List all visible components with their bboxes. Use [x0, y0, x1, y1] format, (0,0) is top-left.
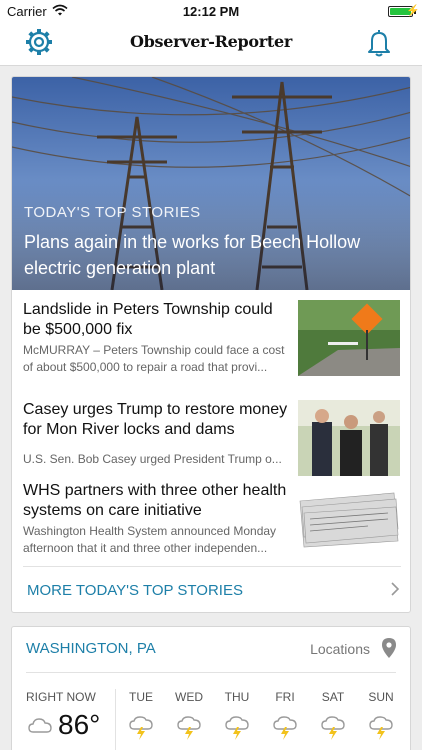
forecast-day: WED: [175, 690, 203, 704]
story-title[interactable]: Casey urges Trump to restore money for M…: [23, 400, 293, 440]
thunderstorm-icon: [369, 716, 393, 740]
bell-icon[interactable]: [366, 28, 392, 58]
forecast-day: SAT: [321, 690, 345, 704]
thunderstorm-icon: [225, 716, 249, 740]
forecast-day: SUN: [368, 690, 394, 704]
thunderstorm-icon: [177, 716, 201, 740]
more-top-stories-label[interactable]: MORE TODAY'S TOP STORIES: [27, 582, 243, 599]
story-summary: Washington Health System announced Monda…: [23, 524, 277, 555]
story-title[interactable]: Landslide in Peters Township could be $5…: [23, 300, 293, 340]
thunderstorm-icon: [321, 716, 345, 740]
story-summary: U.S. Sen. Bob Casey urged President Trum…: [23, 452, 282, 466]
weather-card: WASHINGTON, PA Locations RIGHT NOW 86° T…: [11, 626, 411, 750]
cloud-icon: [28, 718, 52, 733]
story-item[interactable]: Landslide in Peters Township could be $5…: [12, 290, 410, 376]
more-top-stories-link[interactable]: MORE TODAY'S TOP STORIES: [23, 566, 401, 612]
landslide-thumbnail: [298, 300, 400, 376]
weather-separator: [115, 689, 116, 750]
nav-bar: Observer-Reporter: [0, 22, 422, 66]
chevron-right-icon: [391, 582, 400, 596]
masthead-logo: Observer-Reporter: [130, 32, 292, 51]
story-item[interactable]: WHS partners with three other health sys…: [12, 477, 410, 563]
story-summary: McMURRAY – Peters Township could face a …: [23, 343, 285, 374]
forecast-day: THU: [224, 690, 250, 704]
casey-thumbnail: [298, 400, 400, 476]
weather-divider: [26, 672, 396, 673]
story-item[interactable]: Casey urges Trump to restore money for M…: [12, 390, 410, 476]
weather-city[interactable]: WASHINGTON, PA: [26, 640, 156, 657]
status-bar: Carrier 12:12 PM ⚡: [0, 0, 422, 22]
location-pin-icon[interactable]: [381, 637, 397, 659]
forecast-day: TUE: [129, 690, 153, 704]
top-stories-card: TODAY'S TOP STORIES Plans again in the w…: [11, 76, 411, 613]
charging-icon: ⚡: [406, 5, 420, 17]
right-now-label: RIGHT NOW: [26, 690, 96, 704]
hero-headline[interactable]: Plans again in the works for Beech Hollo…: [24, 229, 404, 281]
newspaper-thumbnail: [298, 479, 400, 555]
locations-button[interactable]: Locations: [310, 641, 370, 657]
forecast-day: FRI: [275, 690, 295, 704]
thunderstorm-icon: [129, 716, 153, 740]
hero-story[interactable]: TODAY'S TOP STORIES Plans again in the w…: [12, 77, 410, 290]
section-label: TODAY'S TOP STORIES: [24, 204, 201, 221]
story-title[interactable]: WHS partners with three other health sys…: [23, 481, 293, 521]
current-temperature: 86°: [58, 709, 101, 740]
clock: 12:12 PM: [182, 4, 240, 19]
thunderstorm-icon: [273, 716, 297, 740]
